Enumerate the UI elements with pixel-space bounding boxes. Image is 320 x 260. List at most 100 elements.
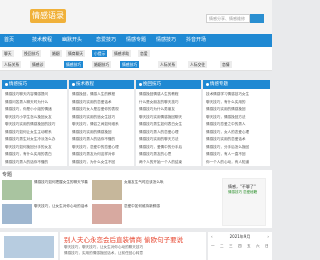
panel-recovery: 挽回技巧 情感挽回情感人生的教程 什么是女朋友的聊天技巧 情感技巧为什么男朋友 …	[136, 80, 201, 166]
list-item[interactable]: 情感技巧男生如何表白女生	[139, 121, 199, 129]
tag[interactable]: 婚姻	[50, 50, 62, 57]
list-item[interactable]: 情感技巧男人的话你不懂的	[72, 136, 132, 144]
list-item[interactable]: 情感技巧男人的话你不懂的	[5, 159, 65, 167]
list-item[interactable]: 情感技巧实用的情感挽回	[72, 129, 132, 137]
list-item[interactable]: 聊天技巧，有什么实用的	[206, 99, 268, 107]
thumbnail-image[interactable]	[2, 204, 32, 224]
calendar-month: 2021年9月	[229, 234, 251, 239]
list-item[interactable]: 情感技巧女人是否爱你的表现	[72, 106, 132, 114]
calendar: ‹ 2021年9月 › 一 二 三 四 五 六 日	[208, 232, 272, 260]
weekday: 日	[265, 244, 269, 248]
list-item[interactable]: 聊天技巧实用的情感挽回的技巧	[5, 121, 65, 129]
panel-tutorials: 技术教程 情感挽回，情感人生的教程 情感技巧实用的恋爱话术 情感技巧女人是否爱你…	[69, 80, 134, 166]
chevron-right-icon[interactable]: ›	[267, 234, 269, 239]
tag[interactable]: 恋情	[220, 61, 232, 68]
list-item[interactable]: 聊天技巧小学生怎么挽回女友	[5, 114, 65, 122]
nav-item[interactable]: 抖音开场	[186, 34, 206, 47]
list-item[interactable]: 情感技巧男友的心思	[139, 151, 199, 159]
card-title[interactable]: 聊天技巧，让女生对你心动的话术	[34, 204, 90, 212]
tag-active[interactable]: 情感技巧	[120, 61, 140, 68]
list-item[interactable]: 情感技巧男友为何这样对你	[72, 151, 132, 159]
list-item[interactable]: 情感技巧，爱情中的分手后	[139, 144, 199, 152]
bottom-article: 别人夫心永恋会后直装情商 偷欧句子要说 聊天技巧，聊天技巧，让女生对你心动的聊天…	[60, 232, 206, 260]
tag[interactable]: 婚姻技巧	[92, 61, 112, 68]
card-title[interactable]: 情感技巧如何把握女生的聊天节奏	[34, 180, 90, 188]
weekday: 二	[220, 244, 224, 248]
weekday: 一	[211, 244, 215, 248]
list-item[interactable]: 聊天技巧，恋爱中的恋爱心理	[72, 144, 132, 152]
list-item[interactable]: 聊天技巧，情侣之间如何维系	[72, 121, 132, 129]
card-title[interactable]: 女朋友生气时应该怎么哄	[124, 180, 180, 188]
header: 情感语录 情感分享、情感维修	[0, 0, 272, 34]
list-item[interactable]: 情感技巧，女人的恋爱心理	[206, 129, 268, 137]
weekday: 三	[229, 244, 233, 248]
nav-item[interactable]: 情感技巧	[156, 34, 176, 47]
nav-item[interactable]: 技术教程	[32, 34, 52, 47]
tag[interactable]: 聊天	[2, 50, 14, 57]
list-item[interactable]: 情感挽回，情感人生的教程	[72, 91, 132, 99]
panel-emotion-skills: 情感技巧 情感技巧聊天内容情感提问 情感问答男人聊天时为什么 情感技巧，你是小小…	[2, 80, 67, 166]
list-item[interactable]: 情感技巧实用的追女生技巧	[72, 114, 132, 122]
weekday: 五	[247, 244, 251, 248]
tag[interactable]: 人际关系	[158, 61, 178, 68]
tag[interactable]: 情感求助	[112, 50, 132, 57]
list-item[interactable]: 情感技巧，有人一直不回	[206, 151, 268, 159]
list-item[interactable]: 情感技巧，你是小小姐的情绪	[5, 106, 65, 114]
tag[interactable]: 人际交往	[188, 61, 208, 68]
tag[interactable]: 情感诊	[30, 61, 46, 68]
list-item[interactable]: 情感技巧，为什么女生不回	[72, 159, 132, 167]
list-item[interactable]: 情感挽回情感人生的教程	[139, 91, 199, 99]
site-logo[interactable]: 情感语录	[30, 9, 66, 23]
search-button[interactable]	[250, 14, 264, 23]
panel-title: 情感专题	[203, 80, 270, 89]
weekday: 四	[238, 244, 242, 248]
list-item[interactable]: 技术情感学习情感技巧女生	[206, 91, 268, 99]
nav-item[interactable]: 情感专题	[126, 34, 146, 47]
list-item[interactable]: 情感技巧实用的聊天方法	[139, 136, 199, 144]
list-item[interactable]: 情感技巧，有什么实用的表白	[5, 151, 65, 159]
thumbnail-image[interactable]	[92, 204, 122, 224]
list-item[interactable]: 什么是女朋友的聊天技巧	[139, 99, 199, 107]
thumbnail-image[interactable]	[2, 180, 32, 200]
list-item[interactable]: 情感技巧实用的恋爱话术	[72, 99, 132, 107]
list-item[interactable]: 情感技巧实用的恋爱话术	[206, 136, 268, 144]
list-item[interactable]: 情感技巧如何让女生主动联系	[5, 129, 65, 137]
tag-nav: 聊天 挽回技巧 婚姻 情商聊天 小提示 情感求助 恋爱 人际关系 情感诊 情感技…	[0, 47, 272, 71]
main-nav: 首页 技术教程 幽默开头 恋爱技巧 情感专题 情感技巧 抖音开场	[0, 34, 272, 47]
list-item[interactable]: 情感技巧男人的恋爱心理	[139, 129, 199, 137]
list-item[interactable]: 聊天技巧实用情感挽回聊天	[139, 114, 199, 122]
list-item[interactable]: 聊天技巧，情感挽回方法	[206, 114, 268, 122]
list-item[interactable]: 情感技巧，分手后怎么挽回	[206, 144, 268, 152]
strip-title: 专题	[2, 172, 13, 178]
list-item[interactable]: 情感技巧实用的情感挽回	[206, 106, 268, 114]
bullet-icon	[72, 83, 75, 86]
tag[interactable]: 挽回技巧	[22, 50, 42, 57]
bullet-icon	[5, 83, 8, 86]
list-item[interactable]: 情感技巧男生对女生冷淡怎么办	[5, 136, 65, 144]
list-item[interactable]: 情感技巧恋爱之中的男人	[206, 121, 268, 129]
nav-item[interactable]: 幽默开头	[62, 34, 82, 47]
list-item[interactable]: 聊天技巧如何挽回分手的女友	[5, 144, 65, 152]
panel-title: 技术教程	[69, 80, 134, 89]
search-input[interactable]: 情感分享、情感维修	[206, 14, 250, 23]
article-title[interactable]: 别人夫心永恋会后直装情商 偷欧句子要说	[64, 234, 183, 244]
tag-active[interactable]: 情感技巧	[64, 61, 84, 68]
tag[interactable]: 情商聊天	[66, 50, 86, 57]
bottom-thumb	[0, 232, 58, 260]
list-item[interactable]: 情感技巧为什么男朋友	[139, 106, 199, 114]
list-item[interactable]: 情感技巧聊天内容情感提问	[5, 91, 65, 99]
card-title[interactable]: 恋爱中如何维持新鲜感	[124, 204, 180, 212]
tag-active[interactable]: 小提示	[92, 50, 108, 57]
nav-item[interactable]: 首页	[4, 34, 14, 47]
bullet-icon	[139, 83, 142, 86]
tag[interactable]: 恋爱	[138, 50, 150, 57]
list-item[interactable]: 两个人的开始一个人的结束	[139, 159, 199, 167]
panel-title: 挽回技巧	[136, 80, 201, 89]
list-item[interactable]: 你一个人的心动，有人知道	[206, 159, 268, 167]
nav-item[interactable]: 恋爱技巧	[96, 34, 116, 47]
tag[interactable]: 人际关系	[2, 61, 22, 68]
list-item[interactable]: 情感问答男人聊天时为什么	[5, 99, 65, 107]
promo-subtitle: 情感技巧 恋爱秘籍	[228, 190, 258, 194]
thumbnail-image[interactable]	[92, 180, 122, 200]
thumbnail-image[interactable]	[4, 236, 54, 258]
